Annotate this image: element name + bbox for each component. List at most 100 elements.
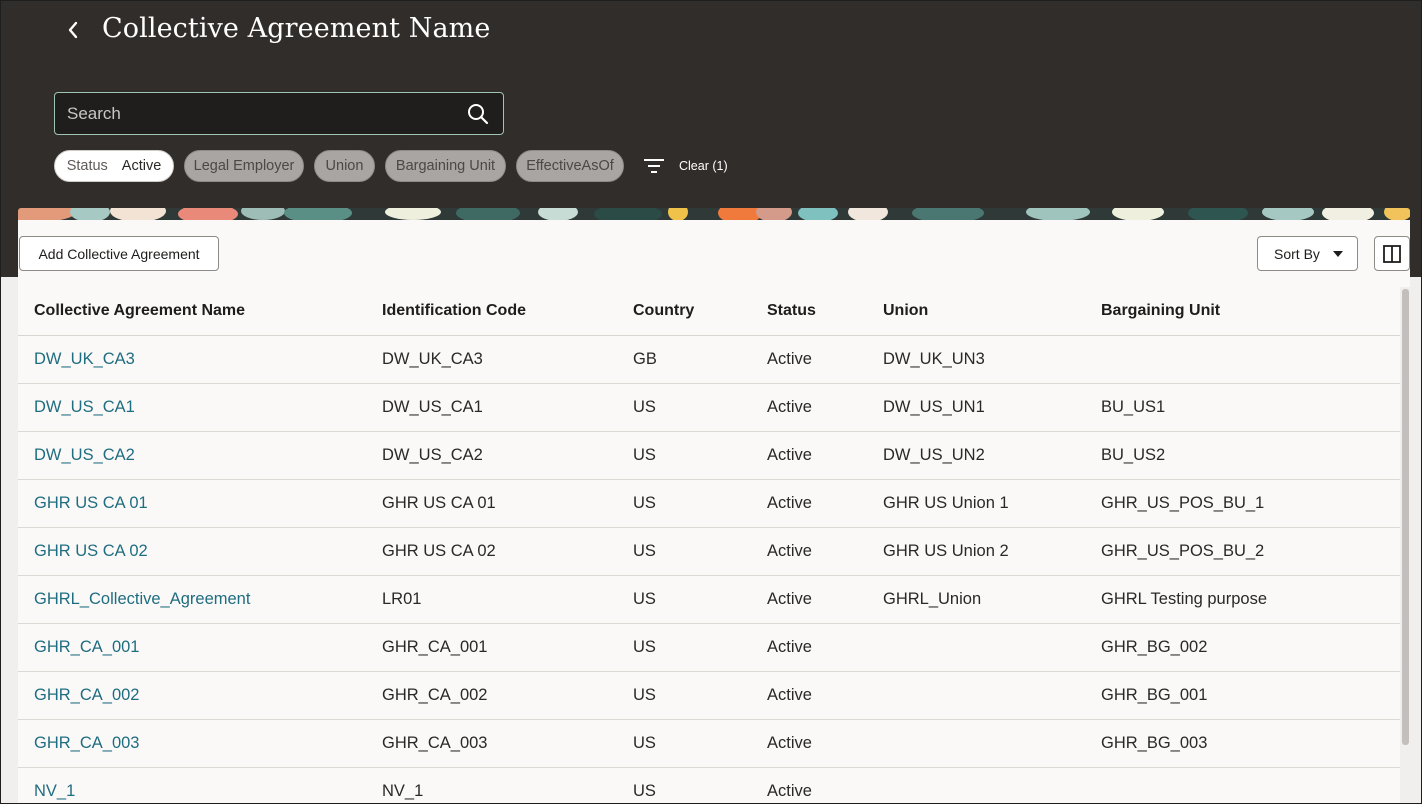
union-cell: DW_US_UN1 — [867, 383, 1085, 432]
union-cell — [867, 767, 1085, 803]
filter-chip-status-label: Status — [66, 158, 108, 174]
column-header-bargaining-unit[interactable]: Bargaining Unit — [1085, 287, 1401, 336]
column-header-status[interactable]: Status — [751, 287, 867, 336]
country-cell: US — [617, 431, 751, 480]
sort-by-button[interactable]: Sort By — [1257, 236, 1358, 271]
status-cell: Active — [751, 479, 867, 528]
agreement-link[interactable]: DW_UK_CA3 — [34, 350, 135, 368]
bargaining-unit-cell: GHRL Testing purpose — [1085, 575, 1401, 624]
country-cell: US — [617, 671, 751, 720]
table-row[interactable]: GHR_CA_002 GHR_CA_002 US Active GHR_BG_0… — [18, 671, 1401, 720]
agreement-link[interactable]: NV_1 — [34, 782, 75, 800]
status-cell: Active — [751, 671, 867, 720]
column-header-identification-code[interactable]: Identification Code — [366, 287, 617, 336]
country-cell: US — [617, 575, 751, 624]
filter-chip-status[interactable]: Status Active — [54, 150, 174, 182]
union-cell: GHR US Union 1 — [867, 479, 1085, 528]
split-view-button[interactable] — [1374, 236, 1410, 271]
union-cell — [867, 719, 1085, 768]
agreements-table: Collective Agreement Name Identification… — [18, 287, 1401, 803]
agreement-link[interactable]: GHR_CA_003 — [34, 734, 139, 752]
identification-code-cell: GHR_CA_001 — [366, 623, 617, 672]
bargaining-unit-cell: GHR_BG_001 — [1085, 671, 1401, 720]
table-row[interactable]: DW_US_CA1 DW_US_CA1 US Active DW_US_UN1 … — [18, 383, 1401, 432]
bargaining-unit-cell: BU_US2 — [1085, 431, 1401, 480]
status-cell: Active — [751, 623, 867, 672]
table-row[interactable]: DW_US_CA2 DW_US_CA2 US Active DW_US_UN2 … — [18, 431, 1401, 480]
identification-code-cell: GHR US CA 01 — [366, 479, 617, 528]
table-row[interactable]: GHR_CA_003 GHR_CA_003 US Active GHR_BG_0… — [18, 719, 1401, 768]
bargaining-unit-cell: GHR_BG_003 — [1085, 719, 1401, 768]
add-collective-agreement-button[interactable]: Add Collective Agreement — [19, 236, 219, 271]
table-row[interactable]: GHR US CA 02 GHR US CA 02 US Active GHR … — [18, 527, 1401, 576]
identification-code-cell: DW_US_CA1 — [366, 383, 617, 432]
search-icon[interactable] — [467, 103, 489, 125]
identification-code-cell: GHR US CA 02 — [366, 527, 617, 576]
table-row[interactable]: GHR_CA_001 GHR_CA_001 US Active GHR_BG_0… — [18, 623, 1401, 672]
split-view-icon — [1383, 244, 1401, 263]
left-background — [1, 277, 18, 803]
filter-chip-status-value: Active — [121, 158, 162, 174]
union-cell — [867, 671, 1085, 720]
status-cell: Active — [751, 335, 867, 384]
chevron-left-icon — [68, 21, 78, 39]
country-cell: US — [617, 383, 751, 432]
identification-code-cell: NV_1 — [366, 767, 617, 803]
filter-chip-union[interactable]: Union — [314, 150, 375, 182]
status-cell: Active — [751, 719, 867, 768]
bargaining-unit-cell: GHR_US_POS_BU_1 — [1085, 479, 1401, 528]
agreement-link[interactable]: GHR_CA_002 — [34, 686, 139, 704]
union-cell: GHRL_Union — [867, 575, 1085, 624]
table-row[interactable]: DW_UK_CA3 DW_UK_CA3 GB Active DW_UK_UN3 — [18, 335, 1401, 384]
column-header-name[interactable]: Collective Agreement Name — [18, 287, 366, 336]
country-cell: GB — [617, 335, 751, 384]
sort-by-label: Sort By — [1274, 245, 1320, 262]
identification-code-cell: DW_US_CA2 — [366, 431, 617, 480]
bargaining-unit-cell: GHR_BG_002 — [1085, 623, 1401, 672]
agreement-link[interactable]: DW_US_CA1 — [34, 398, 135, 416]
identification-code-cell: DW_UK_CA3 — [366, 335, 617, 384]
agreement-link[interactable]: GHR US CA 02 — [34, 542, 148, 560]
country-cell: US — [617, 527, 751, 576]
bargaining-unit-cell — [1085, 335, 1401, 384]
clear-filters-label: Clear (1) — [679, 159, 728, 173]
country-cell: US — [617, 479, 751, 528]
union-cell: DW_US_UN2 — [867, 431, 1085, 480]
country-cell: US — [617, 719, 751, 768]
app-window: Collective Agreement Name Status Active … — [0, 0, 1422, 804]
agreement-link[interactable]: DW_US_CA2 — [34, 446, 135, 464]
table-row[interactable]: GHR US CA 01 GHR US CA 01 US Active GHR … — [18, 479, 1401, 528]
clear-filters-button[interactable]: Clear (1) — [643, 153, 728, 179]
identification-code-cell: GHR_CA_002 — [366, 671, 617, 720]
table-row[interactable]: NV_1 NV_1 US Active — [18, 767, 1401, 803]
caret-down-icon — [1332, 250, 1343, 257]
filter-chip-bargaining-unit[interactable]: Bargaining Unit — [385, 150, 506, 182]
back-button[interactable] — [59, 15, 87, 45]
agreement-link[interactable]: GHRL_Collective_Agreement — [34, 590, 250, 608]
table-header-row: Collective Agreement Name Identification… — [18, 287, 1401, 336]
column-header-country[interactable]: Country — [617, 287, 751, 336]
identification-code-cell: GHR_CA_003 — [366, 719, 617, 768]
filter-chip-effective-as-of[interactable]: EffectiveAsOf — [516, 150, 624, 182]
identification-code-cell: LR01 — [366, 575, 617, 624]
union-cell: GHR US Union 2 — [867, 527, 1085, 576]
country-cell: US — [617, 623, 751, 672]
status-cell: Active — [751, 575, 867, 624]
agreement-link[interactable]: GHR_CA_001 — [34, 638, 139, 656]
search-input[interactable] — [55, 93, 455, 134]
column-header-union[interactable]: Union — [867, 287, 1085, 336]
content-panel: Add Collective Agreement Sort By Collect… — [18, 220, 1410, 803]
bargaining-unit-cell — [1085, 767, 1401, 803]
country-cell: US — [617, 767, 751, 803]
status-cell: Active — [751, 431, 867, 480]
scrollbar-thumb[interactable] — [1402, 289, 1409, 745]
page-title: Collective Agreement Name — [102, 13, 491, 44]
agreement-link[interactable]: GHR US CA 01 — [34, 494, 148, 512]
filter-icon — [644, 159, 664, 173]
union-cell — [867, 623, 1085, 672]
table-row[interactable]: GHRL_Collective_Agreement LR01 US Active… — [18, 575, 1401, 624]
bargaining-unit-cell: GHR_US_POS_BU_2 — [1085, 527, 1401, 576]
bargaining-unit-cell: BU_US1 — [1085, 383, 1401, 432]
filter-chip-legal-employer[interactable]: Legal Employer — [184, 150, 304, 182]
search-box[interactable] — [54, 92, 504, 135]
